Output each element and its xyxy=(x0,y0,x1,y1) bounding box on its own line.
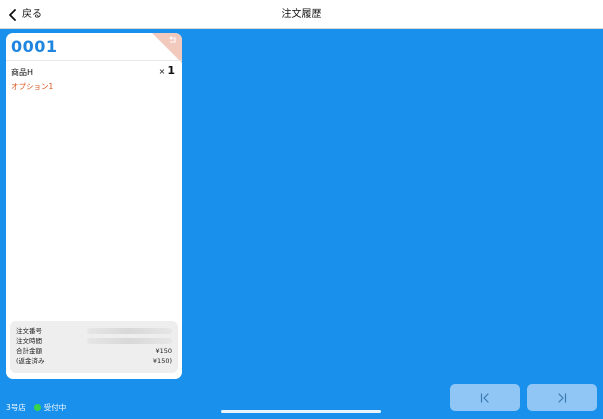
store-name: 3号店 xyxy=(6,403,26,412)
redacted-value xyxy=(87,328,172,334)
order-number: 0001 xyxy=(11,37,58,56)
summary-row-order-number: 注文番号 xyxy=(16,326,172,336)
order-number-label: 注文番号 xyxy=(16,327,42,335)
total-value: ¥150 xyxy=(155,347,172,355)
item-option: オプション1 xyxy=(11,82,54,91)
page-title: 注文履歴 xyxy=(281,9,322,20)
last-page-button[interactable] xyxy=(527,384,597,411)
store-status: 3号店 受付中 xyxy=(6,402,66,413)
status-dot-icon xyxy=(33,404,41,411)
quantity-prefix: × xyxy=(158,67,166,76)
top-bar: 戻る 注文履歴 xyxy=(0,0,603,29)
redacted-value xyxy=(87,338,172,344)
home-indicator xyxy=(221,410,381,413)
total-label: 合計金額 xyxy=(16,347,42,355)
skip-last-icon xyxy=(558,392,567,403)
card-divider xyxy=(6,60,182,61)
order-time-label: 注文時間 xyxy=(16,337,42,345)
skip-first-icon xyxy=(480,392,489,403)
item-name: 商品H xyxy=(11,68,34,77)
quantity-value: 1 xyxy=(167,64,175,77)
first-page-button[interactable] xyxy=(450,384,520,411)
item-quantity: × 1 xyxy=(159,64,175,77)
summary-row-order-time: 注文時間 xyxy=(16,336,172,346)
order-card[interactable]: 0001 商品H × 1 オプション1 注文番号 注文時間 合計金額 ¥150 (… xyxy=(6,33,182,379)
order-summary: 注文番号 注文時間 合計金額 ¥150 (返金済み ¥150) xyxy=(10,321,178,373)
refunded-value: ¥150) xyxy=(152,357,172,365)
summary-row-refunded: (返金済み ¥150) xyxy=(16,356,172,366)
refunded-label: (返金済み xyxy=(16,357,45,365)
status-label: 受付中 xyxy=(43,403,67,412)
summary-row-total: 合計金額 ¥150 xyxy=(16,346,172,356)
refund-corner-icon xyxy=(152,33,182,63)
